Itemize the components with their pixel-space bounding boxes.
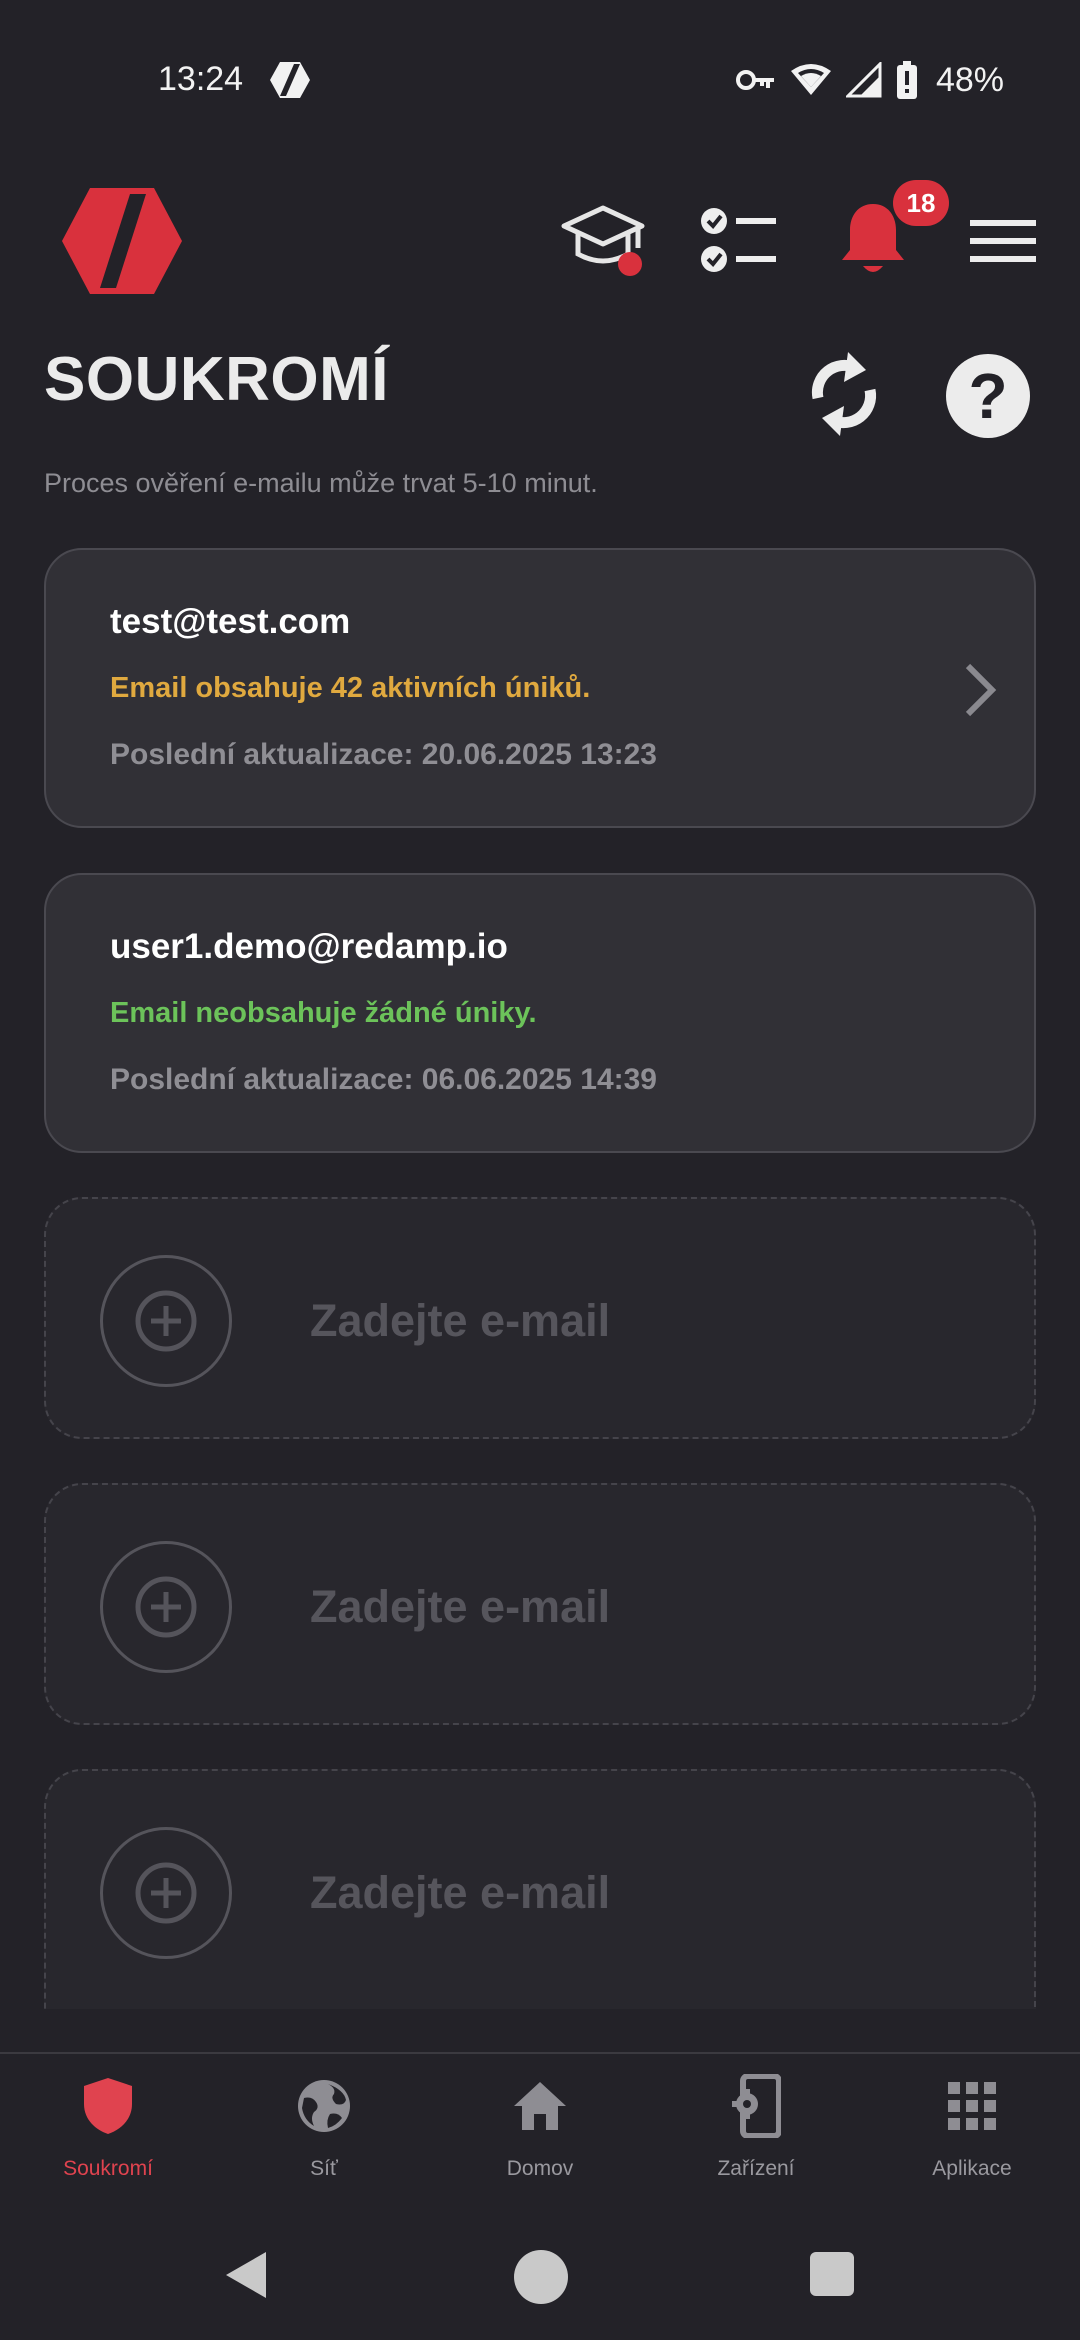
refresh-button[interactable] bbox=[804, 346, 884, 442]
wifi-icon bbox=[790, 64, 831, 95]
question-mark-icon: ? bbox=[968, 360, 1008, 432]
battery-icon bbox=[896, 61, 917, 99]
privacy-screen: 13:24 48% 18 SOUKROMÍ ? Proces ověření e… bbox=[0, 0, 1080, 2340]
status-indicators: 48% bbox=[735, 58, 1004, 102]
nav-item-devices[interactable]: Zařízení bbox=[648, 2054, 864, 2214]
nav-label: Síť bbox=[310, 2157, 338, 2180]
last-updated: Poslední aktualizace: 20.06.2025 13:23 bbox=[110, 738, 657, 771]
device-settings-icon bbox=[732, 2074, 781, 2138]
apps-grid-icon bbox=[948, 2082, 996, 2130]
education-button[interactable] bbox=[560, 202, 646, 280]
signal-icon bbox=[845, 62, 882, 98]
add-email-placeholder: Zadejte e-mail bbox=[310, 1295, 611, 1346]
graduation-cap-icon bbox=[561, 205, 645, 276]
chevron-right-icon[interactable] bbox=[960, 660, 1000, 720]
add-email-slot[interactable]: Zadejte e-mail bbox=[44, 1197, 1036, 1439]
email-card[interactable]: user1.demo@redamp.io Email neobsahuje žá… bbox=[44, 873, 1036, 1153]
notification-badge: 18 bbox=[893, 180, 949, 226]
app-logo bbox=[62, 188, 182, 294]
add-email-slot[interactable]: Zadejte e-mail bbox=[44, 1769, 1036, 2009]
globe-icon bbox=[298, 2080, 350, 2132]
leak-status: Email obsahuje 42 aktivních úniků. bbox=[110, 672, 591, 704]
nav-item-network[interactable]: Síť bbox=[216, 2054, 432, 2214]
nav-item-apps[interactable]: Aplikace bbox=[864, 2054, 1080, 2214]
nav-label: Zařízení bbox=[717, 2157, 795, 2180]
add-circle-icon bbox=[135, 1576, 197, 1638]
last-updated: Poslední aktualizace: 06.06.2025 14:39 bbox=[110, 1063, 657, 1096]
home-circle-icon[interactable] bbox=[514, 2250, 568, 2304]
back-icon[interactable] bbox=[222, 2250, 268, 2300]
nav-item-privacy[interactable]: Soukromí bbox=[0, 2054, 216, 2214]
status-time: 13:24 bbox=[158, 60, 244, 98]
leak-status: Email neobsahuje žádné úniky. bbox=[110, 997, 537, 1029]
battery-percentage: 48% bbox=[935, 60, 1004, 99]
verification-note: Proces ověření e-mailu může trvat 5-10 m… bbox=[44, 468, 598, 498]
help-button[interactable]: ? bbox=[946, 354, 1030, 438]
add-circle-icon bbox=[135, 1290, 197, 1352]
email-address: user1.demo@redamp.io bbox=[110, 927, 508, 966]
refresh-icon bbox=[811, 352, 877, 436]
menu-button[interactable] bbox=[970, 218, 1036, 264]
status-bar: 13:24 48% bbox=[0, 0, 1080, 165]
page-title: SOUKROMÍ bbox=[44, 345, 389, 414]
add-email-slot[interactable]: Zadejte e-mail bbox=[44, 1483, 1036, 1725]
nav-label: Soukromí bbox=[63, 2157, 153, 2180]
system-navigation-bar bbox=[0, 2214, 1080, 2340]
shield-icon bbox=[84, 2078, 132, 2134]
tasks-button[interactable] bbox=[700, 205, 780, 277]
nav-item-home[interactable]: Domov bbox=[432, 2054, 648, 2214]
nav-label: Domov bbox=[506, 2157, 574, 2180]
home-icon bbox=[514, 2082, 566, 2130]
hamburger-menu-icon bbox=[970, 220, 1036, 262]
bottom-navigation: Soukromí Síť Domov Zařízení Aplikace bbox=[0, 2052, 1080, 2214]
add-email-button[interactable] bbox=[100, 1541, 232, 1673]
vpn-key-icon bbox=[735, 70, 774, 90]
app-notification-icon bbox=[270, 62, 310, 98]
checklist-icon bbox=[701, 208, 776, 272]
add-email-placeholder: Zadejte e-mail bbox=[310, 1867, 611, 1918]
recents-square-icon[interactable] bbox=[810, 2252, 854, 2296]
email-address: test@test.com bbox=[110, 602, 351, 641]
add-circle-icon bbox=[135, 1862, 197, 1924]
add-email-placeholder: Zadejte e-mail bbox=[310, 1581, 611, 1632]
add-email-button[interactable] bbox=[100, 1827, 232, 1959]
nav-label: Aplikace bbox=[932, 2157, 1012, 2180]
add-email-button[interactable] bbox=[100, 1255, 232, 1387]
email-card[interactable]: test@test.com Email obsahuje 42 aktivníc… bbox=[44, 548, 1036, 828]
